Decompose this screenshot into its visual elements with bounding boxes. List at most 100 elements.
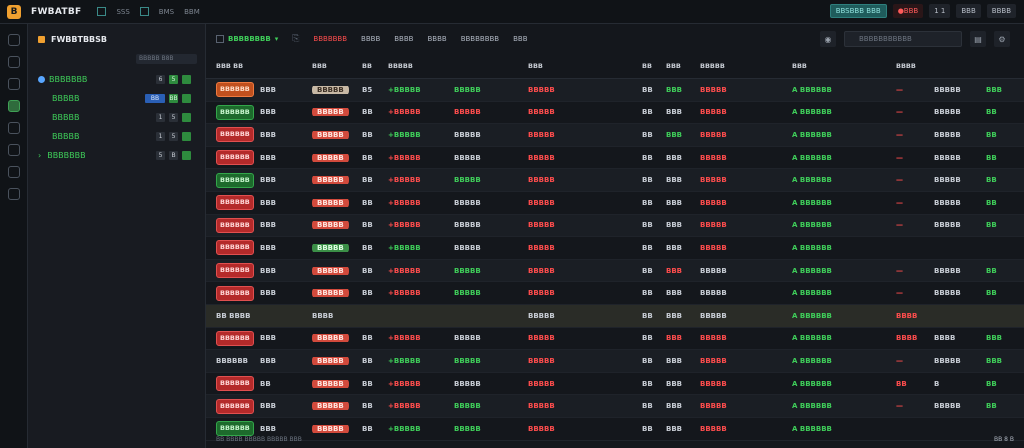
col-header[interactable]: BBB (666, 62, 700, 70)
left-panel-item[interactable]: BBBBB 1 5 (28, 127, 205, 146)
table-row[interactable]: BBBBBB BBB BBBBB BB +BBBBB BBBBB BBBBB BB BBB BBB… (206, 328, 1024, 351)
left-panel-item[interactable]: BBBBB BB BB (28, 89, 205, 108)
table-row[interactable]: BBBBBB BBB BBBBB BB +BBBBB BBBBB BBBBB BB BBB BBB… (206, 282, 1024, 305)
check-icon[interactable] (182, 94, 191, 103)
table-row[interactable]: BBBBBB BBB BBBBB BB +BBBBB BBBBB BBBBB BB BBB BBB… (206, 214, 1024, 238)
tab-2[interactable]: BBBB (361, 35, 380, 43)
account-button[interactable]: BBSBBB BBB (829, 4, 887, 18)
cell-value: BB (642, 266, 653, 275)
col-header[interactable]: BBB (312, 62, 362, 70)
table-cell: BB (362, 289, 388, 297)
top-menu-item-1[interactable]: SSS (116, 8, 129, 16)
left-panel-item[interactable]: BBBBB 1 5 (28, 108, 205, 127)
table-row[interactable]: BBBBBB BBB BBBBB BB +BBBBB BBBBB BBBBB BB BBB BBB… (206, 192, 1024, 215)
cell-value: BBB (260, 356, 277, 365)
refresh-icon[interactable] (7, 56, 20, 68)
globe-icon[interactable] (7, 122, 20, 134)
col-header[interactable]: BB (362, 62, 388, 70)
file-icon[interactable] (7, 166, 20, 178)
table-cell: +BBBBB (388, 154, 454, 162)
bookmark-icon[interactable]: ⎘ (292, 34, 299, 44)
check-icon[interactable] (182, 75, 191, 84)
table-cell: BBBBB (454, 86, 528, 94)
cell-value: BBBBB (700, 334, 727, 343)
table-row[interactable]: BBBBBB BBB BBBBB BB +BBBBB BBBBB BBBBB BB BBB BBB… (206, 259, 1024, 283)
cell-value: BB (986, 379, 997, 388)
table-row[interactable]: BB BBBB BBBB BBBBB BB BBB BBBBB A BBBBBB BBBB (206, 304, 1024, 328)
counter-display: 1 1 (929, 4, 951, 18)
table-cell: BBBBB (700, 380, 792, 388)
home-icon[interactable] (7, 34, 20, 46)
cell-value: A BBBBBB (792, 334, 832, 343)
bell-icon[interactable] (7, 144, 20, 156)
left-panel-item[interactable]: › BBBBBBB 5 B (28, 146, 205, 165)
alert-button[interactable]: ● BBB (892, 4, 924, 18)
check-icon[interactable] (182, 113, 191, 122)
table-cell: — (896, 267, 934, 275)
col-header[interactable]: BBBBB (700, 62, 792, 70)
item-controls: BB BB (145, 94, 191, 103)
toggle-icon[interactable]: 5 (169, 75, 178, 84)
col-header[interactable]: BBB BB (206, 62, 260, 70)
cell-value: +BBBBB (388, 243, 421, 252)
cell-value: BB (362, 176, 373, 185)
toggle-icon[interactable]: 5 (169, 113, 178, 122)
table-row[interactable]: BBBBBB BBB BBBBB B5 +BBBBB BBBBB BBBBB BB BBB BBB… (206, 79, 1024, 102)
cell-value: BB (986, 221, 997, 230)
cell-value: BBB (666, 198, 683, 207)
cell-value: BB (986, 130, 997, 139)
table-cell: BBBBB (700, 131, 792, 139)
filter-icon[interactable]: ◉ (820, 31, 836, 47)
table-cell: BB (986, 131, 1016, 139)
cell-value: BBBBB (700, 289, 727, 298)
table-row[interactable]: BBBBBB BBB BBBBB BB +BBBBB BBBBB BBBBB BB BBB BBB… (206, 237, 1024, 260)
table-row[interactable]: BBBBBB BBB BBBBB BB +BBBBB BBBBB BBBBB BB BBB BBB… (206, 124, 1024, 147)
columns-icon[interactable]: ▤ (970, 31, 986, 47)
table-cell: BB (362, 357, 388, 365)
cell-value: A BBBBBB (792, 198, 832, 207)
tab-3[interactable]: BBBB (394, 35, 413, 43)
toggle-icon[interactable]: 5 (169, 132, 178, 141)
top-menu-item-3[interactable]: BBM (184, 8, 200, 16)
col-header[interactable]: BBBB (896, 62, 934, 70)
left-panel-search[interactable]: BBBBB B8B (136, 54, 197, 64)
table-cell: BB (642, 267, 666, 275)
chart-icon[interactable] (7, 78, 20, 90)
view-dropdown[interactable]: BBBBBBBB ▾ (216, 35, 278, 43)
col-header[interactable]: BBB (528, 62, 642, 70)
col-header[interactable]: BBB (792, 62, 896, 70)
toggle-icon[interactable]: BB (169, 94, 178, 103)
top-menu-item-2[interactable]: BMS (159, 8, 174, 16)
left-panel-item[interactable]: BBBBBBB 6 5 (28, 70, 205, 89)
check-icon[interactable] (182, 132, 191, 141)
table-row[interactable]: BBBBBB BBB BBBBB BB +BBBBB BBBBB BBBBB BB BBB BBB… (206, 395, 1024, 418)
cell-value: A BBBBBB (792, 153, 832, 162)
settings-icon[interactable]: ⚙ (994, 31, 1010, 47)
tab-6[interactable]: BBB (513, 35, 527, 43)
search-input[interactable]: BBBBBBBBBBB (844, 31, 962, 47)
table-cell: BBBBB (312, 198, 362, 207)
table-row[interactable]: BBBBBB BBB BBBBB BB +BBBBB BBBBB BBBBB BB BBB BBB… (206, 169, 1024, 192)
table-row[interactable]: BBBBBB BB BBBBB BB +BBBBB BBBBB BBBBB BB BBB BBBB… (206, 373, 1024, 396)
layers-icon[interactable] (7, 100, 20, 112)
checkbox-icon[interactable] (216, 35, 224, 43)
settings-icon[interactable] (7, 188, 20, 200)
tab-1[interactable]: BBBBBBB (313, 35, 347, 43)
table-row[interactable]: BBBBBB BBB BBBBB BB +BBBBB BBBBB BBBBB BB BBB BBB… (206, 147, 1024, 170)
check-icon[interactable] (182, 151, 191, 160)
table-cell: BBBBB (528, 244, 642, 252)
table-row[interactable]: BBBBBB BBB BBBBB BB +BBBBB BBBBB BBBBB BB BBB BBB… (206, 350, 1024, 373)
cell-value: A BBBBBB (792, 356, 832, 365)
window-icon[interactable] (97, 7, 107, 16)
cell-value: +BBBBB (388, 402, 421, 411)
toggle-icon[interactable]: B (169, 151, 178, 160)
table-cell: BB (362, 154, 388, 162)
table-row[interactable]: BBBBBB BBB BBBBB BB +BBBBB BBBBB BBBBB BB BBB BBB… (206, 102, 1024, 125)
cell-value: BBB (666, 266, 683, 275)
tab-4[interactable]: BBBB (427, 35, 446, 43)
col-header[interactable]: BB (642, 62, 666, 70)
col-header[interactable]: BBBBB (388, 62, 454, 70)
tab-5[interactable]: BBBBBBBB (461, 35, 499, 43)
table-cell: BB (362, 221, 388, 229)
panel-icon[interactable] (139, 7, 149, 16)
